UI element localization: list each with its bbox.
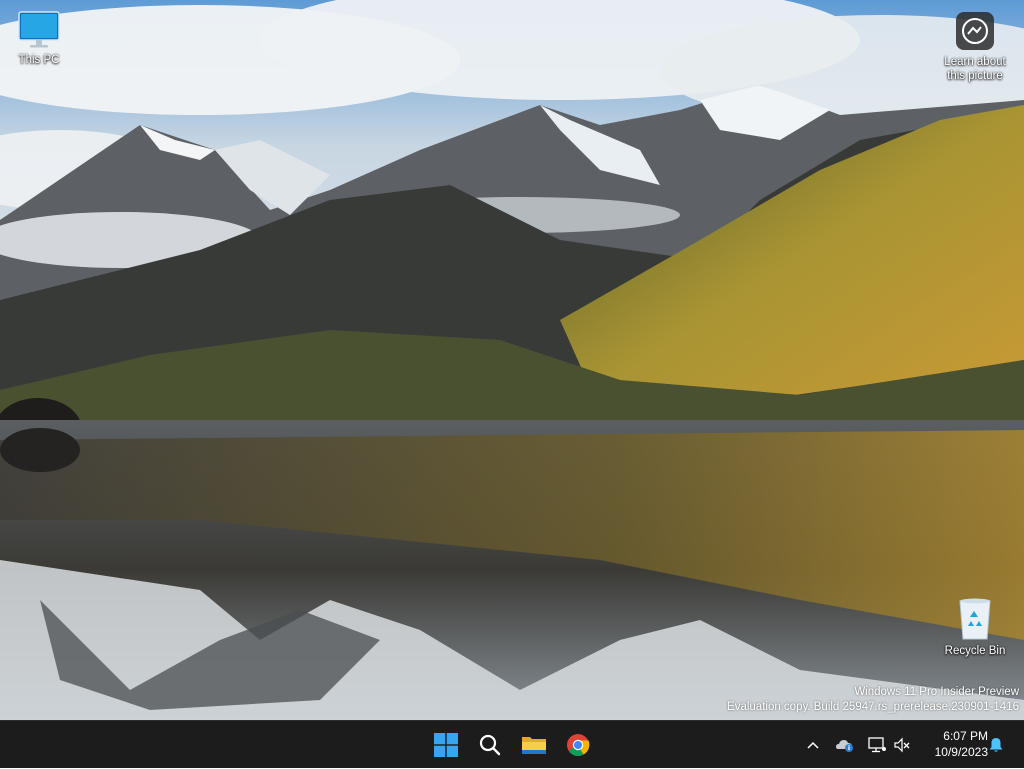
search-button[interactable]	[470, 725, 510, 765]
windows-start-icon	[434, 733, 458, 757]
desktop-icon-learn-about-picture[interactable]: Learn about this picture	[935, 10, 1015, 83]
network-tray-button[interactable]	[866, 721, 888, 769]
volume-muted-icon	[894, 737, 910, 753]
wallpaper-mountain-lake	[0, 0, 1024, 720]
start-button[interactable]	[426, 725, 466, 765]
desktop-icon-label: Recycle Bin	[944, 645, 1006, 657]
search-icon	[479, 734, 501, 756]
clock-date: 10/9/2023	[934, 745, 988, 759]
notifications-button[interactable]	[985, 721, 1007, 769]
desktop[interactable]: This PC Learn about this picture Recycle…	[0, 0, 1024, 720]
show-hidden-icons-button[interactable]	[802, 721, 824, 769]
desktop-icon-recycle-bin[interactable]: Recycle Bin	[937, 597, 1013, 658]
volume-tray-button[interactable]	[891, 721, 913, 769]
chevron-up-icon	[807, 741, 819, 749]
network-icon	[868, 737, 886, 753]
chrome-button[interactable]	[558, 725, 598, 765]
clock-time: 6:07 PM	[943, 729, 988, 743]
file-explorer-button[interactable]	[514, 725, 554, 765]
watermark-line2: Evaluation copy. Build 25947.rs_prerelea…	[727, 701, 1019, 713]
monitor-icon	[18, 11, 60, 48]
watermark-line1: Windows 11 Pro Insider Preview	[854, 686, 1019, 698]
notification-bell-icon	[989, 738, 1003, 752]
recycle-bin-icon	[959, 598, 991, 640]
desktop-icon-label: This PC	[18, 54, 60, 66]
desktop-icon-this-pc[interactable]: This PC	[1, 10, 77, 67]
onedrive-tray-button[interactable]	[834, 721, 856, 769]
taskbar: 6:07 PM 10/9/2023	[0, 720, 1024, 768]
evaluation-watermark: Windows 11 Pro Insider Preview Evaluatio…	[727, 685, 1019, 715]
desktop-icon-label-line2: this picture	[947, 70, 1003, 82]
onedrive-icon	[836, 740, 853, 752]
chrome-icon	[567, 734, 590, 756]
desktop-icon-label-line1: Learn about	[944, 56, 1006, 68]
camera-info-icon	[956, 12, 994, 50]
file-explorer-icon	[522, 737, 546, 754]
clock-button[interactable]: 6:07 PM 10/9/2023	[918, 728, 988, 760]
